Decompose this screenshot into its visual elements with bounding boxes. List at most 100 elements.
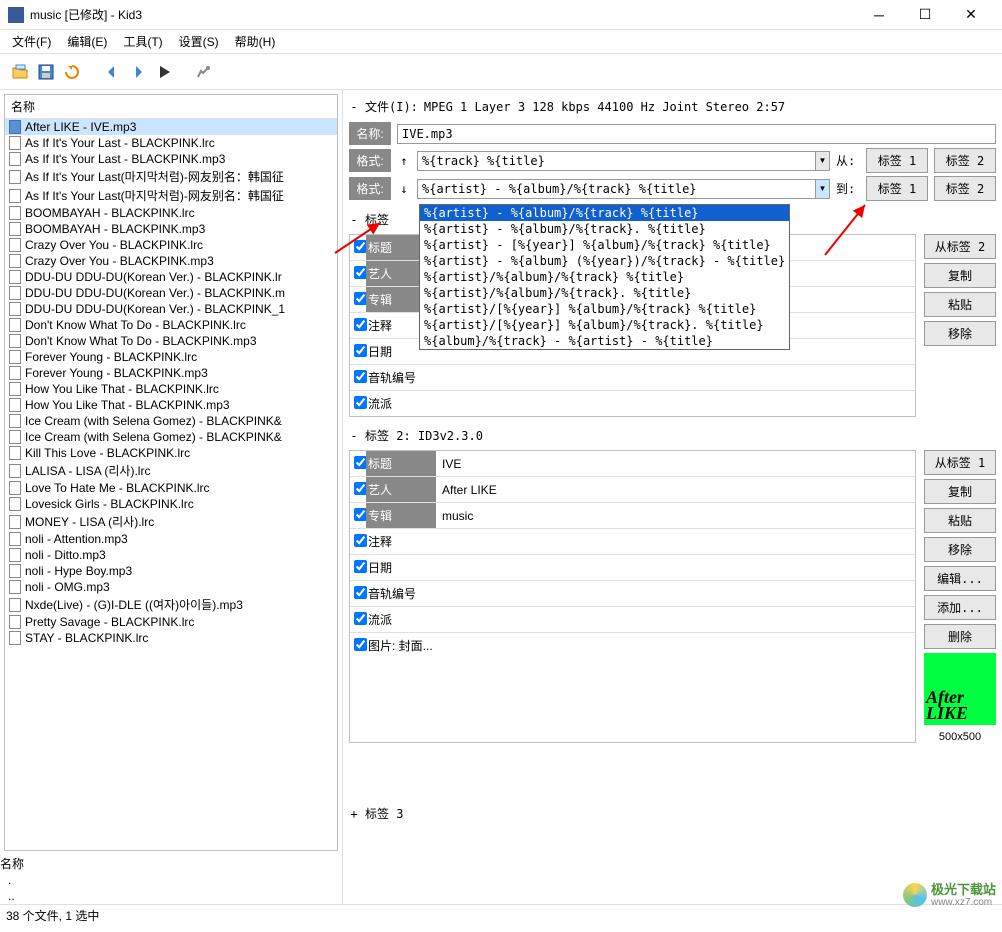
play-icon[interactable]: [152, 60, 176, 84]
file-item[interactable]: Ice Cream (with Selena Gomez) - BLACKPIN…: [5, 413, 337, 429]
file-item[interactable]: Forever Young - BLACKPINK.mp3: [5, 365, 337, 381]
dropdown-option[interactable]: %{artist} - [%{year}] %{album}/%{track} …: [420, 237, 789, 253]
file-item[interactable]: Crazy Over You - BLACKPINK.lrc: [5, 237, 337, 253]
tag-action-button[interactable]: 移除: [924, 321, 996, 346]
back-icon[interactable]: [100, 60, 124, 84]
tag-action-button[interactable]: 粘贴: [924, 292, 996, 317]
menu-edit[interactable]: 编辑(E): [59, 31, 115, 52]
file-item[interactable]: Nxde(Live) - (G)I-DLE ((여자)아이들).mp3: [5, 595, 337, 614]
field-value[interactable]: [436, 590, 915, 598]
tag-action-button[interactable]: 从标签 2: [924, 234, 996, 259]
file-item[interactable]: Ice Cream (with Selena Gomez) - BLACKPIN…: [5, 429, 337, 445]
expand-tag3-icon[interactable]: +: [349, 807, 359, 821]
file-name: Don't Know What To Do - BLACKPINK.mp3: [25, 334, 257, 348]
tag-action-button[interactable]: 添加...: [924, 595, 996, 620]
bottom-list-header[interactable]: 名称: [0, 855, 342, 872]
from-tag2-button[interactable]: 标签 2: [934, 148, 996, 173]
bottom-list[interactable]: 名称 ...: [0, 855, 342, 904]
list-item[interactable]: ..: [0, 888, 342, 904]
forward-icon[interactable]: [126, 60, 150, 84]
field-value[interactable]: IVE: [436, 453, 915, 475]
format1-input[interactable]: [417, 151, 830, 171]
file-item[interactable]: BOOMBAYAH - BLACKPINK.mp3: [5, 221, 337, 237]
file-item[interactable]: As If It's Your Last(마지막처럼)-网友别名：韩国征: [5, 186, 337, 205]
list-item[interactable]: .: [0, 872, 342, 888]
menu-help[interactable]: 帮助(H): [227, 31, 284, 52]
open-icon[interactable]: [8, 60, 32, 84]
file-item[interactable]: DDU-DU DDU-DU(Korean Ver.) - BLACKPINK.l…: [5, 269, 337, 285]
dropdown-option[interactable]: %{artist} - %{album}/%{track}. %{title}: [420, 221, 789, 237]
save-icon[interactable]: [34, 60, 58, 84]
tag-action-button[interactable]: 粘贴: [924, 508, 996, 533]
format2-dropdown-icon[interactable]: ▼: [815, 180, 829, 198]
file-item[interactable]: noli - Attention.mp3: [5, 531, 337, 547]
format2-input[interactable]: [417, 179, 830, 199]
tag-action-button[interactable]: 从标签 1: [924, 450, 996, 475]
tag-action-button[interactable]: 移除: [924, 537, 996, 562]
field-value[interactable]: music: [436, 505, 915, 527]
dropdown-option[interactable]: %{artist}/%{album}/%{track}. %{title}: [420, 285, 789, 301]
to-tag2-button[interactable]: 标签 2: [934, 176, 996, 201]
from-tag1-button[interactable]: 标签 1: [866, 148, 928, 173]
tag-action-button[interactable]: 复制: [924, 479, 996, 504]
file-item[interactable]: DDU-DU DDU-DU(Korean Ver.) - BLACKPINK_1: [5, 301, 337, 317]
file-item[interactable]: Pretty Savage - BLACKPINK.lrc: [5, 614, 337, 630]
tag-action-button[interactable]: 复制: [924, 263, 996, 288]
name-input[interactable]: [397, 124, 996, 144]
file-item[interactable]: BOOMBAYAH - BLACKPINK.lrc: [5, 205, 337, 221]
field-value[interactable]: [436, 374, 915, 382]
file-item[interactable]: Kill This Love - BLACKPINK.lrc: [5, 445, 337, 461]
file-item[interactable]: As If It's Your Last(마지막처럼)-网友别名：韩国征: [5, 167, 337, 186]
file-item[interactable]: How You Like That - BLACKPINK.lrc: [5, 381, 337, 397]
settings-icon[interactable]: [192, 60, 216, 84]
file-list[interactable]: 名称 After LIKE - IVE.mp3As If It's Your L…: [4, 94, 338, 851]
close-button[interactable]: ✕: [948, 0, 994, 30]
format-dropdown[interactable]: %{artist} - %{album}/%{track} %{title}%{…: [419, 204, 790, 350]
file-item[interactable]: After LIKE - IVE.mp3: [5, 119, 337, 135]
collapse-fileinfo-icon[interactable]: -: [349, 100, 359, 114]
field-value[interactable]: [436, 642, 915, 650]
dropdown-option[interactable]: %{album}/%{track} - %{artist} - %{title}: [420, 333, 789, 349]
file-icon: [9, 318, 21, 332]
file-item[interactable]: Don't Know What To Do - BLACKPINK.mp3: [5, 333, 337, 349]
file-item[interactable]: Don't Know What To Do - BLACKPINK.lrc: [5, 317, 337, 333]
file-item[interactable]: noli - Hype Boy.mp3: [5, 563, 337, 579]
field-value[interactable]: After LIKE: [436, 479, 915, 501]
collapse-tag2-icon[interactable]: -: [349, 429, 359, 443]
file-item[interactable]: How You Like That - BLACKPINK.mp3: [5, 397, 337, 413]
maximize-button[interactable]: ☐: [902, 0, 948, 30]
field-value[interactable]: [436, 400, 915, 408]
file-item[interactable]: As If It's Your Last - BLACKPINK.mp3: [5, 151, 337, 167]
field-value[interactable]: [436, 616, 915, 624]
dropdown-option[interactable]: %{artist} - %{album} (%{year})/%{track} …: [420, 253, 789, 269]
file-item[interactable]: noli - OMG.mp3: [5, 579, 337, 595]
menu-file[interactable]: 文件(F): [4, 31, 59, 52]
menu-settings[interactable]: 设置(S): [171, 31, 227, 52]
dropdown-option[interactable]: %{artist}/[%{year}] %{album}/%{track} %{…: [420, 301, 789, 317]
album-art[interactable]: AfterLIKE: [924, 653, 996, 725]
file-item[interactable]: Crazy Over You - BLACKPINK.mp3: [5, 253, 337, 269]
field-value[interactable]: [436, 564, 915, 572]
dropdown-option[interactable]: %{artist} - %{album}/%{track} %{title}: [420, 205, 789, 221]
file-item[interactable]: STAY - BLACKPINK.lrc: [5, 630, 337, 646]
minimize-button[interactable]: ─: [856, 0, 902, 30]
format1-dropdown-icon[interactable]: ▼: [815, 152, 829, 170]
file-item[interactable]: Lovesick Girls - BLACKPINK.lrc: [5, 496, 337, 512]
collapse-tag1-icon[interactable]: -: [349, 213, 359, 227]
revert-icon[interactable]: [60, 60, 84, 84]
file-list-header[interactable]: 名称: [5, 95, 337, 119]
file-item[interactable]: noli - Ditto.mp3: [5, 547, 337, 563]
file-item[interactable]: LALISA - LISA (리사).lrc: [5, 461, 337, 480]
file-item[interactable]: Love To Hate Me - BLACKPINK.lrc: [5, 480, 337, 496]
field-value[interactable]: [436, 538, 915, 546]
dropdown-option[interactable]: %{artist}/%{album}/%{track} %{title}: [420, 269, 789, 285]
menu-tools[interactable]: 工具(T): [115, 31, 170, 52]
file-item[interactable]: Forever Young - BLACKPINK.lrc: [5, 349, 337, 365]
to-tag1-button[interactable]: 标签 1: [866, 176, 928, 201]
file-item[interactable]: MONEY - LISA (리사).lrc: [5, 512, 337, 531]
tag-action-button[interactable]: 删除: [924, 624, 996, 649]
file-item[interactable]: As If It's Your Last - BLACKPINK.lrc: [5, 135, 337, 151]
file-item[interactable]: DDU-DU DDU-DU(Korean Ver.) - BLACKPINK.m: [5, 285, 337, 301]
dropdown-option[interactable]: %{artist}/[%{year}] %{album}/%{track}. %…: [420, 317, 789, 333]
tag-action-button[interactable]: 编辑...: [924, 566, 996, 591]
